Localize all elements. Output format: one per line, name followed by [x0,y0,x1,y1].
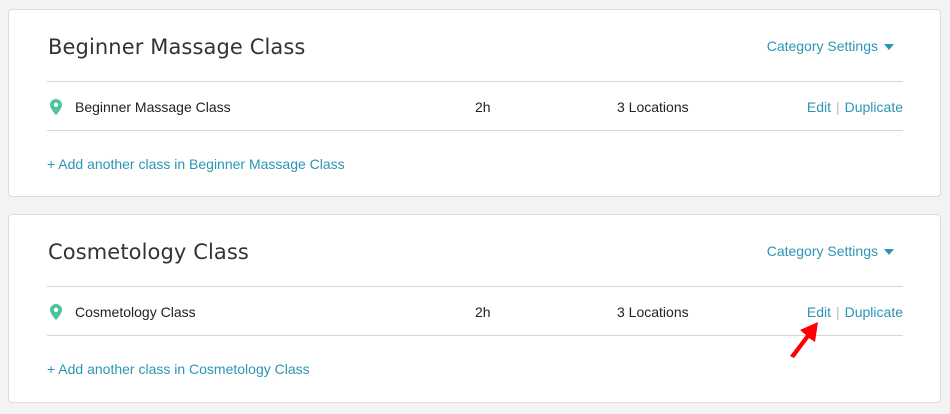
caret-down-icon [884,43,894,50]
class-locations: 3 Locations [617,99,689,115]
class-row: Cosmetology Class 2h 3 Locations Edit | Du… [47,300,903,324]
divider [47,81,903,82]
map-pin-icon [50,304,62,320]
red-arrow-icon [790,322,818,358]
category-settings-label: Category Settings [766,243,878,259]
class-name: Cosmetology Class [75,304,196,320]
divider [47,335,903,336]
edit-link[interactable]: Edit [807,99,831,115]
caret-down-icon [884,248,894,255]
class-duration: 2h [475,304,491,320]
add-class-link[interactable]: + Add another class in Beginner Massage … [47,156,345,172]
duplicate-link[interactable]: Duplicate [845,99,903,115]
duplicate-link[interactable]: Duplicate [845,304,903,320]
class-actions: Edit | Duplicate [807,99,903,115]
category-card-beginner-massage: Beginner Massage Class Category Settings… [8,9,941,197]
map-pin-icon [50,99,62,115]
category-settings-label: Category Settings [766,38,878,54]
category-card-cosmetology: Cosmetology Class Category Settings Cosm… [8,214,941,403]
add-class-link[interactable]: + Add another class in Cosmetology Class [47,361,310,377]
class-duration: 2h [475,99,491,115]
class-locations: 3 Locations [617,304,689,320]
separator: | [835,304,840,320]
class-row: Beginner Massage Class 2h 3 Locations Ed… [47,95,903,119]
category-title: Cosmetology Class [48,240,249,264]
divider [47,286,903,287]
class-actions: Edit | Duplicate [807,304,903,320]
divider [47,130,903,131]
category-settings-dropdown[interactable]: Category Settings [767,38,894,54]
category-title: Beginner Massage Class [48,35,306,59]
edit-link[interactable]: Edit [807,304,831,320]
category-settings-dropdown[interactable]: Category Settings [767,243,894,259]
class-name: Beginner Massage Class [75,99,231,115]
separator: | [835,99,840,115]
